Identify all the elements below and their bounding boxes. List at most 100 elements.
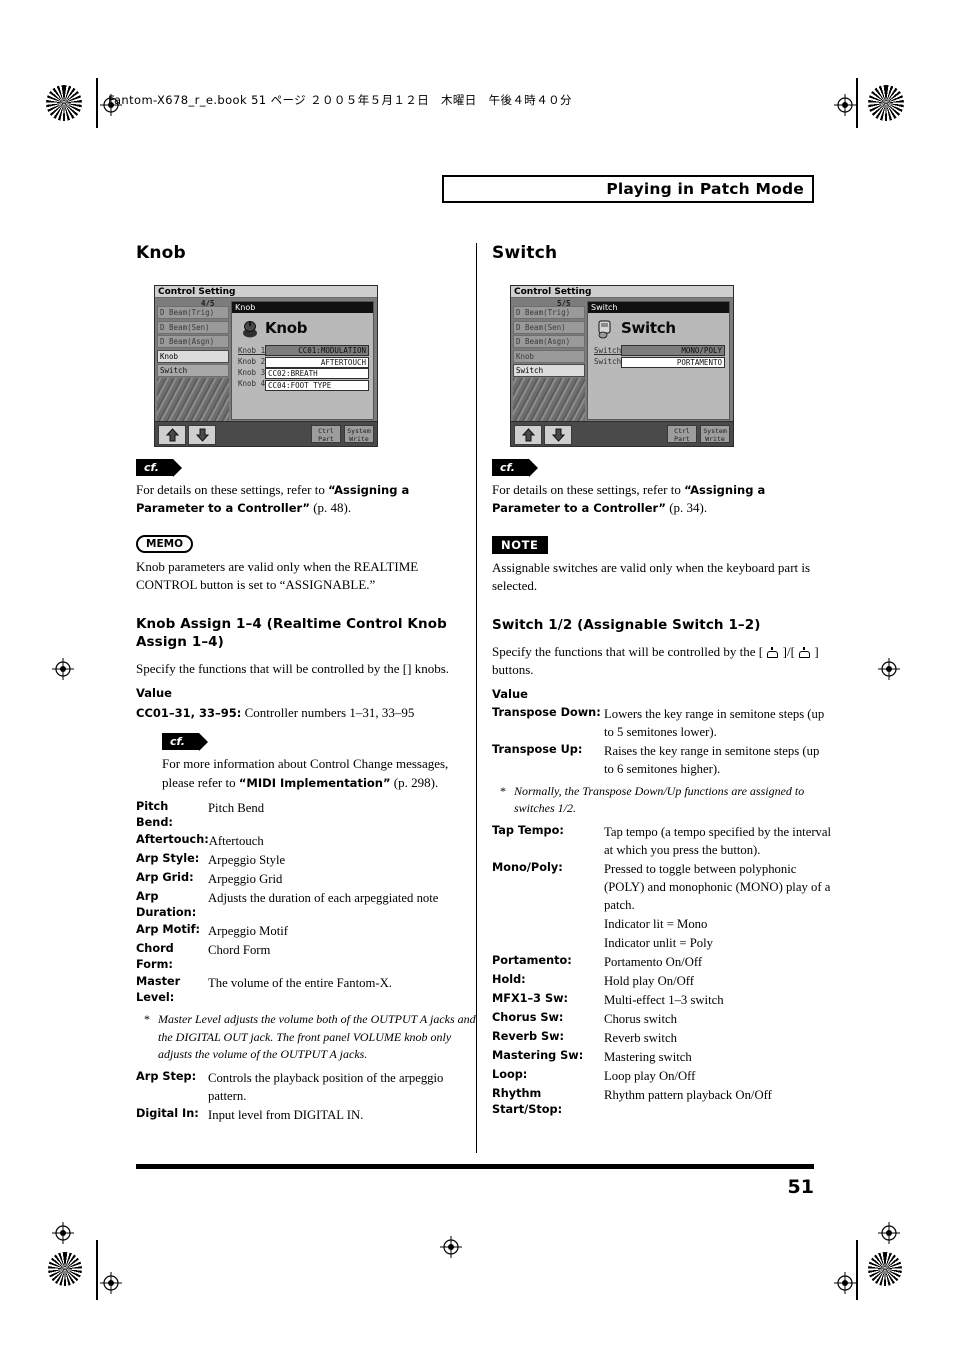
lcd-panel-title: Knob — [232, 302, 373, 313]
def-desc: Raises the key range in semitone steps (… — [604, 744, 820, 777]
cf-badge: cf. — [492, 459, 538, 477]
switch-definition-list-top: Transpose Down: Lowers the key range in … — [492, 705, 832, 778]
def-desc: Pitch Bend — [208, 801, 265, 816]
table-row: Chorus Sw: Chorus switch — [492, 1010, 832, 1028]
lcd-background-photo — [157, 378, 229, 426]
lcd-sidebar-item-dbeam-sen[interactable]: D Beam(Sen) — [513, 320, 585, 334]
lcd-bottom-bar: Ctrl Part System Write — [511, 421, 733, 446]
cf-reference-text: For details on these settings, refer to … — [492, 481, 832, 518]
cf-text-pre: For details on these settings, refer to — [492, 482, 685, 497]
table-row: Transpose Up: Raises the key range in se… — [492, 742, 832, 778]
table-row: Mastering Sw: Mastering switch — [492, 1048, 832, 1066]
table-row: Arp Duration: Adjusts the duration of ea… — [136, 889, 476, 921]
lcd-value-field[interactable]: PORTAMENTO — [621, 356, 725, 368]
table-row: Loop: Loop play On/Off — [492, 1067, 832, 1085]
cf-text-post: (p. 48). — [309, 500, 352, 516]
down-arrow-icon[interactable] — [544, 425, 572, 445]
cf-reference-text: For details on these settings, refer to … — [136, 481, 476, 518]
table-row: Digital In: Input level from DIGITAL IN. — [136, 1106, 476, 1124]
asterisk-note-text: Normally, the Transpose Down/Up function… — [514, 784, 805, 816]
def-desc: Adjusts the duration of each arpeggiated… — [208, 891, 439, 906]
def-term: Pitch Bend: — [136, 800, 173, 830]
lcd-value-field[interactable]: AFTERTOUCH — [265, 356, 369, 368]
switch-icon — [596, 319, 616, 339]
lcd-soft-button-ctrl-part[interactable]: Ctrl Part — [311, 425, 341, 443]
value-cc-line: CC01–31, 33–95: Controller numbers 1–31,… — [136, 704, 476, 722]
table-row: Hold: Hold play On/Off — [492, 972, 832, 990]
cf-block-indented: cf. For more information about Control C… — [162, 725, 476, 792]
table-row: Tap Tempo: Tap tempo (a tempo specified … — [492, 823, 832, 859]
def-desc: Pressed to toggle between polyphonic (PO… — [604, 861, 831, 912]
lcd-sidebar-item-dbeam-trig[interactable]: D Beam(Trig) — [513, 306, 585, 319]
def-term: Arp Motif: — [136, 923, 201, 937]
lcd-sidebar-item-dbeam-trig[interactable]: D Beam(Trig) — [157, 306, 229, 319]
def-term: Loop: — [492, 1068, 528, 1082]
lcd-background-photo — [513, 378, 585, 426]
def-term: Transpose Up: — [492, 743, 583, 756]
def-term: Hold: — [492, 973, 526, 987]
def-term: Rhythm Start/Stop: — [492, 1087, 563, 1117]
def-desc: Arpeggio Motif — [208, 924, 288, 939]
up-arrow-icon[interactable] — [158, 425, 186, 445]
crop-line-bottom-right — [856, 1240, 858, 1300]
table-row: Arp Step: Controls the playback position… — [136, 1069, 476, 1105]
def-desc: Portamento On/Off — [604, 955, 703, 970]
lcd-value-field[interactable]: MONO/POLY — [621, 345, 725, 356]
lcd-soft-button-ctrl-part[interactable]: Ctrl Part — [667, 425, 697, 443]
document-page: Fantom-X678_r_e.book 51 ページ ２００５年５月１２日 木… — [0, 0, 954, 1351]
down-arrow-icon[interactable] — [188, 425, 216, 445]
lcd-sidebar-item-knob[interactable]: Knob — [513, 349, 585, 363]
lcd-bottom-bar: Ctrl Part System Write — [155, 421, 377, 446]
lcd-sidebar-item-switch[interactable]: Switch — [513, 364, 585, 377]
lcd-window-title: Control Setting — [511, 286, 733, 298]
lcd-sidebar-item-switch[interactable]: Switch — [157, 364, 229, 377]
switch-button-glyph-2 — [799, 647, 811, 659]
crop-line-top-right — [856, 78, 858, 128]
registration-mark-bottom-right — [878, 1222, 900, 1244]
def-term: Reverb Sw: — [492, 1030, 565, 1044]
section-title-knob: Knob — [136, 243, 186, 263]
print-rosette-bottom-right — [868, 1252, 902, 1286]
lcd-sidebar-item-dbeam-sen[interactable]: D Beam(Sen) — [157, 320, 229, 334]
lcd-sidebar-item-dbeam-asgn[interactable]: D Beam(Asgn) — [513, 335, 585, 348]
subsection-intro: Specify the functions that will be contr… — [136, 661, 450, 677]
def-desc: Controls the playback position of the ar… — [208, 1070, 444, 1103]
table-row: MFX1–3 Sw: Multi-effect 1–3 switch — [492, 991, 832, 1009]
lcd-value-field[interactable]: CC04:FOOT TYPE — [265, 379, 369, 391]
def-desc: Chorus switch — [604, 1012, 677, 1027]
def-desc: Mastering switch — [604, 1050, 692, 1065]
switch-definition-list-bottom: Tap Tempo: Tap tempo (a tempo specified … — [492, 823, 832, 1119]
def-term: Mastering Sw: — [492, 1049, 584, 1063]
def-term: Portamento: — [492, 954, 572, 968]
lcd-soft-button-system-write[interactable]: System Write — [700, 425, 730, 443]
def-term: Arp Duration: — [136, 890, 197, 920]
lcd-sidebar-item-knob[interactable]: Knob — [157, 349, 229, 363]
table-row: . Indicator lit = Mono — [492, 915, 832, 933]
lcd-sidebar-item-dbeam-asgn[interactable]: D Beam(Asgn) — [157, 335, 229, 348]
lcd-value-field[interactable]: CC01:MODULATION — [265, 345, 369, 356]
def-desc: Lowers the key range in semitone steps (… — [604, 706, 825, 739]
intro-mid: ]/[ — [779, 644, 799, 660]
cf-text-pre: For details on these settings, refer to — [136, 482, 329, 497]
def-desc: Arpeggio Grid — [208, 872, 283, 887]
def-term: Mono/Poly: — [492, 860, 563, 874]
lcd-soft-button-system-write[interactable]: System Write — [344, 425, 374, 443]
note-badge: NOTE — [492, 535, 548, 554]
registration-mark-left-middle — [52, 658, 74, 680]
def-desc: Indicator lit = Mono — [604, 917, 708, 931]
lcd-value-field[interactable]: CC02:BREATH — [265, 368, 369, 379]
table-row: Arp Grid: Arpeggio Grid — [136, 870, 476, 888]
def-desc: Indicator unlit = Poly — [604, 936, 713, 951]
switch-button-glyph-1 — [767, 647, 779, 659]
value-cc-label: CC01–31, 33–95: — [136, 705, 242, 720]
def-desc: Loop play On/Off — [604, 1069, 696, 1084]
column-divider — [476, 243, 477, 1153]
table-row: Rhythm Start/Stop: Rhythm pattern playba… — [492, 1086, 832, 1118]
up-arrow-icon[interactable] — [514, 425, 542, 445]
registration-mark-bottom-left — [52, 1222, 74, 1244]
def-term: Chord Form: — [136, 942, 174, 972]
knob-icon — [240, 319, 260, 339]
left-column: Knob Control Setting 4/5 D Beam(Trig) D … — [136, 243, 476, 1125]
lcd-screenshot-knob: Control Setting 4/5 D Beam(Trig) D Beam(… — [154, 285, 378, 447]
def-desc: Reverb switch — [604, 1031, 677, 1046]
